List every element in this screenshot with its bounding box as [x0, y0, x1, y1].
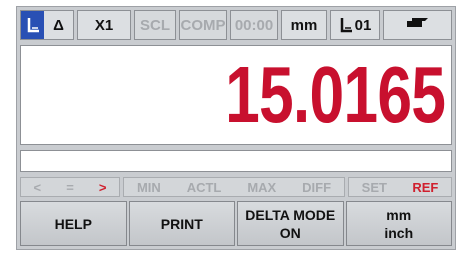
measure-indicators: MIN ACTL MAX DIFF: [123, 177, 345, 197]
set-ref-indicators: SET REF: [348, 177, 452, 197]
compare-equal: =: [66, 179, 74, 195]
datum-number: 01: [354, 16, 372, 34]
softkey-label: PRINT: [160, 215, 203, 232]
print-softkey[interactable]: PRINT: [128, 201, 235, 246]
tool-icon: [406, 16, 430, 34]
compare-indicators: < = >: [20, 177, 120, 197]
position-display: 15.0165: [20, 45, 452, 145]
unit-indicator: mm: [281, 10, 327, 40]
reference-datum-icon[interactable]: [21, 11, 44, 39]
comp-indicator: COMP: [179, 10, 227, 40]
softkey-sublabel: inch: [384, 224, 414, 241]
indicator-max: MAX: [247, 179, 277, 195]
axis-label: X1: [77, 10, 131, 40]
softkey-sublabel: ON: [279, 224, 301, 241]
indicator-set: SET: [361, 179, 387, 195]
indicator-ref: REF: [412, 179, 439, 195]
tool-indicator[interactable]: [383, 10, 452, 40]
compare-greater: >: [98, 179, 107, 195]
timer-display: 00:00: [230, 10, 278, 40]
unit-toggle-softkey[interactable]: mm inch: [345, 201, 452, 246]
datum-icon: [339, 17, 353, 33]
status-bar: Δ X1 SCL COMP 00:00 mm 01: [20, 10, 452, 40]
indicator-row: < = > MIN ACTL MAX DIFF SET REF: [20, 177, 452, 197]
softkey-label: HELP: [54, 215, 92, 232]
softkey-label: mm: [386, 206, 412, 223]
delta-mode-indicator[interactable]: Δ: [44, 17, 73, 34]
softkey-bar: HELP PRINT DELTA MODE ON mm inch: [20, 201, 452, 246]
datum-indicator: 01: [330, 10, 380, 40]
mode-selector[interactable]: Δ: [20, 10, 74, 40]
indicator-actl: ACTL: [186, 179, 222, 195]
help-softkey[interactable]: HELP: [20, 201, 127, 246]
indicator-diff: DIFF: [302, 179, 332, 195]
compare-less: <: [33, 179, 42, 195]
message-line: [20, 150, 452, 172]
delta-mode-softkey[interactable]: DELTA MODE ON: [237, 201, 344, 246]
position-value: 15.0165: [224, 50, 446, 139]
scale-indicator: SCL: [134, 10, 176, 40]
dro-screen: Δ X1 SCL COMP 00:00 mm 01 15.0165 < = > …: [16, 6, 456, 250]
softkey-label: DELTA MODE: [245, 206, 336, 223]
indicator-min: MIN: [136, 179, 161, 195]
